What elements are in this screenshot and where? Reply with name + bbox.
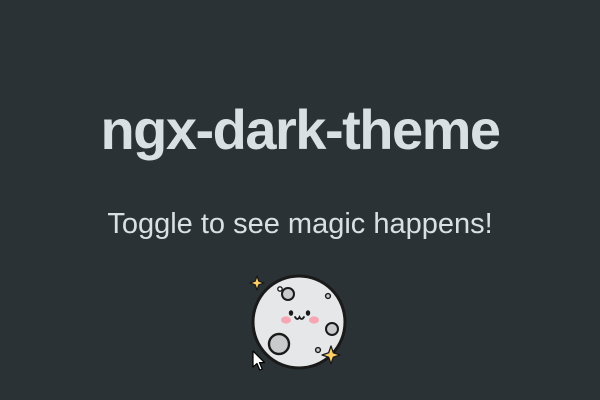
sparkle-icon <box>249 275 265 291</box>
page-title: ngx-dark-theme <box>100 97 501 161</box>
subtitle: Toggle to see magic happens! <box>107 208 493 240</box>
moon-icon <box>249 274 347 370</box>
theme-toggle-button[interactable] <box>247 273 351 373</box>
